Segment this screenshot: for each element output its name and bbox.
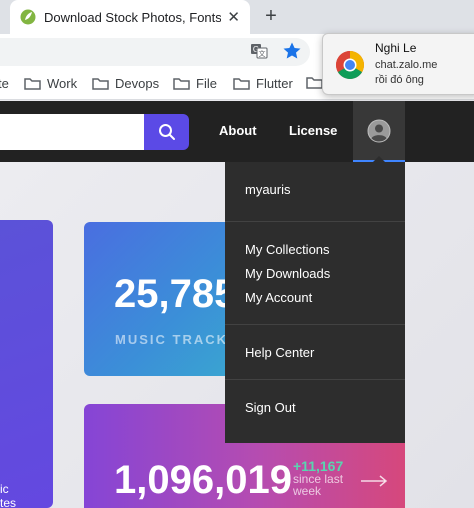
- nav-license-link[interactable]: License: [289, 123, 337, 138]
- svg-text:文: 文: [259, 49, 266, 58]
- stat-card-partial-label: ic: [0, 482, 9, 496]
- music-tracks-card[interactable]: 25,785 MUSIC TRACKS: [84, 222, 244, 376]
- new-tab-button[interactable]: +: [260, 5, 282, 27]
- menu-item-sign-out[interactable]: Sign Out: [245, 400, 296, 415]
- bookmark-label: Devops: [115, 76, 160, 91]
- notification-title: Nghi Le: [375, 41, 417, 55]
- menu-item-my-account[interactable]: My Account: [245, 290, 312, 305]
- stat-card-partial-label: tes: [0, 496, 17, 508]
- bookmark-folder-devops[interactable]: Devops: [92, 76, 159, 91]
- translate-icon[interactable]: G 文: [250, 42, 268, 60]
- bookmark-label: te: [0, 76, 9, 91]
- notification-message: rồi đó ông: [375, 74, 424, 86]
- account-dropdown-menu: myauris My Collections My Downloads My A…: [225, 162, 405, 443]
- folder-icon: [24, 78, 41, 90]
- search-input[interactable]: [0, 114, 144, 150]
- total-items-count: 1,096,019: [114, 458, 292, 502]
- browser-tab-strip: Download Stock Photos, Fonts & Gr ✕ +: [0, 0, 474, 34]
- folder-icon: [233, 78, 250, 90]
- menu-item-help-center[interactable]: Help Center: [245, 345, 314, 360]
- stat-card-partial[interactable]: ic tes: [0, 220, 53, 508]
- tab-title: Download Stock Photos, Fonts & Gr: [44, 9, 222, 25]
- search-button[interactable]: [144, 114, 189, 150]
- music-tracks-label: MUSIC TRACKS: [115, 332, 239, 347]
- bookmark-folder-file[interactable]: File: [173, 76, 217, 91]
- envato-leaf-icon: [20, 9, 36, 25]
- bookmark-label: Work: [47, 76, 78, 91]
- avatar-icon: [367, 119, 391, 142]
- site-header: About License: [0, 101, 474, 162]
- bookmark-label: Flutter: [256, 76, 293, 91]
- folder-icon: [173, 78, 190, 90]
- notification-source: chat.zalo.me: [375, 59, 438, 71]
- divider: [225, 379, 405, 380]
- nav-about-link[interactable]: About: [219, 123, 257, 138]
- chrome-icon: [336, 51, 364, 79]
- account-menu-button[interactable]: [353, 101, 405, 162]
- folder-icon: [306, 77, 323, 89]
- divider: [225, 221, 405, 222]
- browser-tab[interactable]: Download Stock Photos, Fonts & Gr ✕: [10, 0, 250, 34]
- desktop-notification[interactable]: Nghi Le chat.zalo.me rồi đó ông: [322, 33, 474, 95]
- search-icon: [158, 124, 175, 140]
- menu-item-my-collections[interactable]: My Collections: [245, 242, 330, 257]
- folder-icon: [92, 78, 109, 90]
- divider: [225, 324, 405, 325]
- bookmark-star-icon[interactable]: [282, 41, 302, 61]
- menu-item-my-downloads[interactable]: My Downloads: [245, 266, 330, 281]
- tab-close-icon[interactable]: ✕: [227, 10, 240, 25]
- weekly-change-caption: week: [293, 484, 322, 498]
- music-tracks-count: 25,785: [114, 272, 237, 316]
- bookmark-item[interactable]: te: [0, 76, 9, 91]
- arrow-right-icon[interactable]: [360, 474, 388, 488]
- bookmark-folder-flutter[interactable]: Flutter: [233, 76, 293, 91]
- dropdown-username[interactable]: myauris: [245, 182, 291, 197]
- bookmark-folder-work[interactable]: Work: [24, 76, 77, 91]
- bookmark-label: File: [196, 76, 217, 91]
